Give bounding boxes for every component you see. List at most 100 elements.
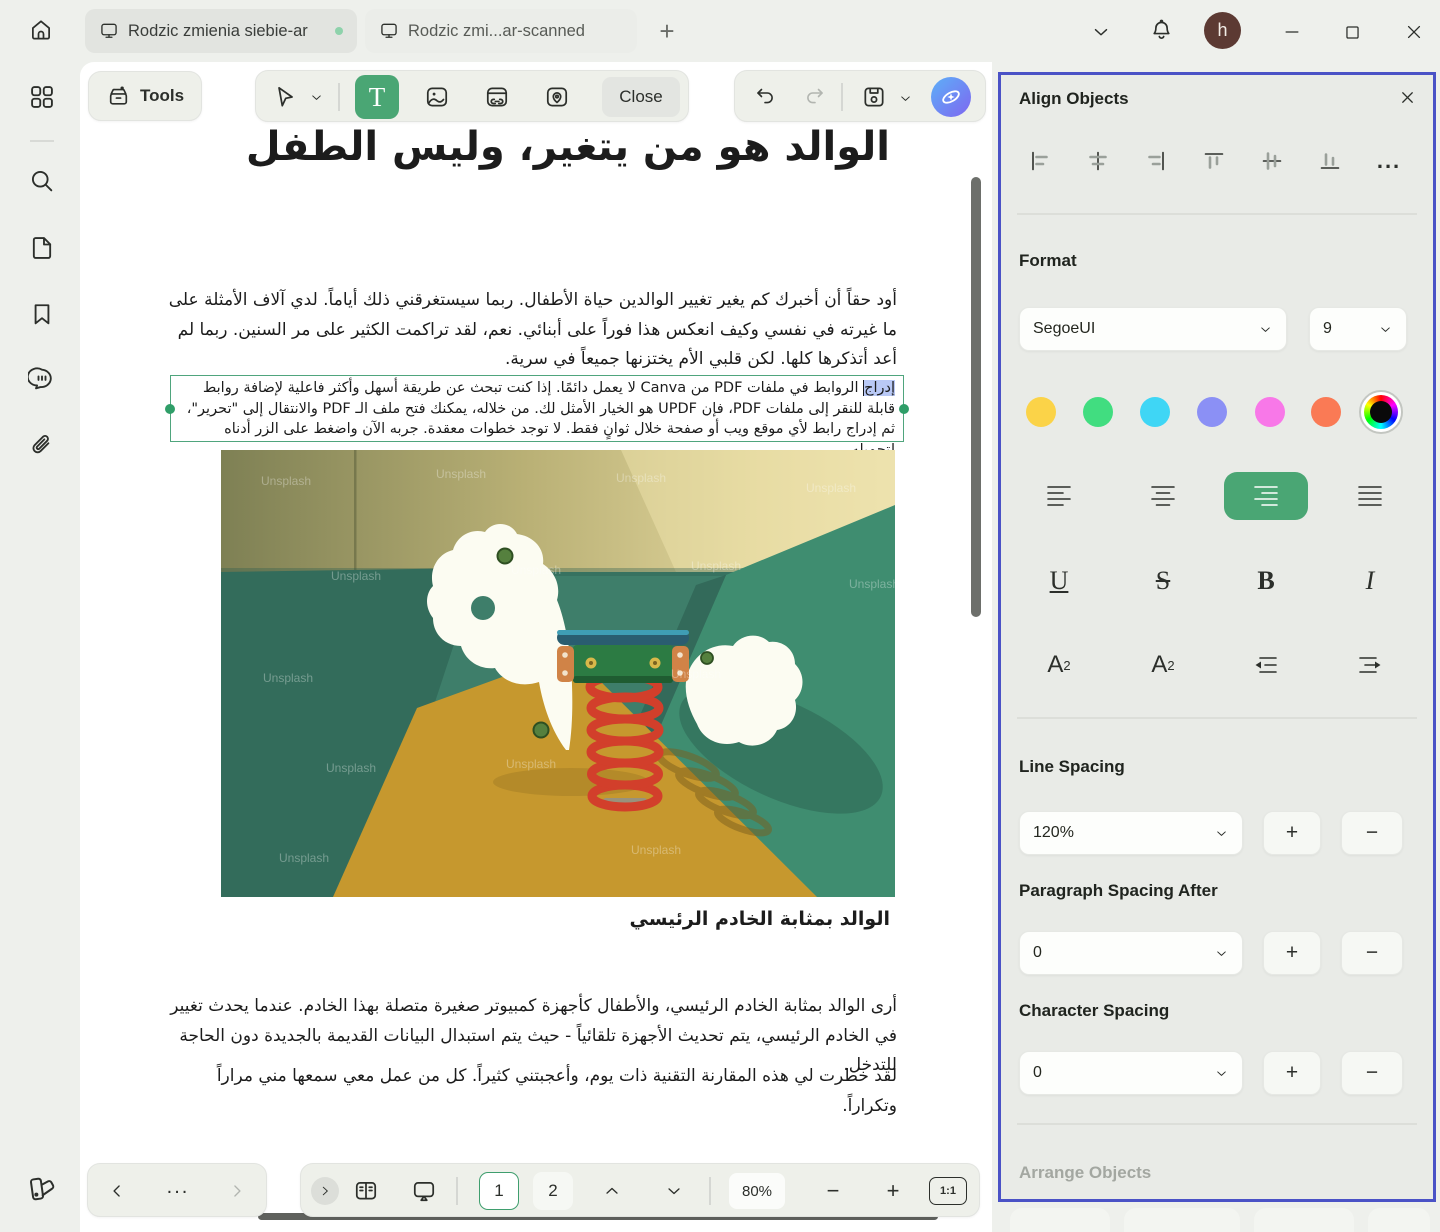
superscript-button[interactable]: A2 — [1017, 641, 1101, 689]
line-spacing-decrease-button[interactable]: − — [1341, 811, 1403, 855]
save-button[interactable] — [859, 83, 889, 111]
italic-button[interactable]: I — [1328, 557, 1412, 605]
paragraph-spacing-increase-button[interactable]: + — [1263, 931, 1321, 975]
close-panel-button[interactable] — [1393, 83, 1421, 111]
more-align-button[interactable]: ... — [1369, 141, 1409, 181]
select-tool-button[interactable] — [270, 83, 300, 111]
save-options-chevron[interactable] — [895, 88, 915, 108]
sidebar-item-swatches[interactable] — [27, 1174, 57, 1204]
underline-button[interactable]: U — [1017, 557, 1101, 605]
undo-button[interactable] — [751, 84, 779, 110]
strikethrough-button[interactable]: S — [1121, 557, 1205, 605]
paragraph-spacing-select[interactable]: 0 — [1019, 931, 1243, 975]
home-button[interactable] — [22, 11, 60, 49]
sidebar-item-pages[interactable] — [27, 233, 57, 263]
text-align-center-button[interactable] — [1121, 472, 1205, 520]
text-align-justify-button[interactable] — [1328, 472, 1412, 520]
redo-button[interactable] — [801, 84, 829, 110]
page-2-button[interactable]: 2 — [533, 1172, 573, 1210]
close-edit-button[interactable]: Close — [602, 77, 680, 117]
maximize-button[interactable] — [1336, 16, 1368, 48]
align-center-h-button[interactable] — [1078, 141, 1118, 181]
page-nav-bar: ... — [87, 1163, 267, 1217]
minimize-button[interactable] — [1276, 16, 1308, 48]
doc-image[interactable]: Unsplash Unsplash Unsplash Unsplash Unsp… — [221, 450, 895, 897]
color-swatch-pink[interactable] — [1255, 397, 1285, 427]
location-tool-button[interactable] — [542, 83, 572, 111]
tools-button[interactable]: Tools — [88, 71, 202, 121]
character-spacing-decrease-button[interactable]: − — [1341, 1051, 1403, 1095]
line-spacing-title: Line Spacing — [1019, 757, 1125, 777]
align-middle-v-button[interactable] — [1252, 141, 1292, 181]
character-spacing-select[interactable]: 0 — [1019, 1051, 1243, 1095]
next-button[interactable] — [224, 1178, 250, 1204]
color-swatch-green[interactable] — [1083, 397, 1113, 427]
notifications-button[interactable] — [1146, 15, 1176, 45]
textbox-handle-left[interactable] — [165, 404, 175, 414]
zoom-level[interactable]: 80% — [729, 1173, 785, 1209]
partial-button[interactable] — [1254, 1208, 1354, 1232]
color-swatch-yellow[interactable] — [1026, 397, 1056, 427]
color-swatch-purple[interactable] — [1197, 397, 1227, 427]
avatar[interactable]: h — [1204, 12, 1241, 49]
color-wheel-icon — [1364, 395, 1398, 429]
zoom-out-button[interactable]: − — [819, 1176, 847, 1206]
text-tool-button[interactable]: T — [355, 75, 399, 119]
location-pin-icon — [544, 84, 570, 110]
partial-button[interactable] — [1010, 1208, 1110, 1232]
line-spacing-increase-button[interactable]: + — [1263, 811, 1321, 855]
partial-button[interactable] — [1124, 1208, 1240, 1232]
sidebar-item-bookmarks[interactable] — [27, 299, 57, 329]
partial-button[interactable] — [1368, 1208, 1430, 1232]
more-pages-button[interactable]: ... — [154, 1172, 202, 1202]
presentation-button[interactable] — [409, 1177, 439, 1205]
outdent-button[interactable] — [1224, 641, 1308, 689]
bold-button[interactable]: B — [1224, 557, 1308, 605]
page-1-button[interactable]: 1 — [479, 1172, 519, 1210]
tab-document-1[interactable]: Rodzic zmienia siebie-ar — [85, 9, 357, 53]
zoom-in-button[interactable]: + — [879, 1176, 907, 1206]
text-align-left-button[interactable] — [1017, 472, 1101, 520]
new-tab-button[interactable]: + — [650, 14, 684, 48]
scroll-up-button[interactable] — [599, 1178, 625, 1204]
panel-divider — [1017, 213, 1417, 215]
link-tool-button[interactable] — [482, 83, 512, 111]
thumbnails-button[interactable] — [351, 1177, 381, 1205]
ai-assistant-button[interactable] — [931, 77, 971, 117]
sidebar-divider — [30, 140, 54, 142]
close-window-button[interactable] — [1398, 16, 1430, 48]
subscript-button[interactable]: A2 — [1121, 641, 1205, 689]
subscript-base: A — [1151, 651, 1167, 679]
vertical-scrollbar[interactable] — [971, 177, 981, 617]
align-top-button[interactable] — [1194, 141, 1234, 181]
font-select[interactable]: SegoeUI — [1019, 307, 1287, 351]
paragraph-spacing-decrease-button[interactable]: − — [1341, 931, 1403, 975]
color-wheel-button[interactable] — [1359, 390, 1403, 434]
tab-document-2[interactable]: Rodzic zmi...ar-scanned — [365, 9, 637, 53]
actual-size-button[interactable]: 1:1 — [929, 1177, 967, 1205]
select-tool-chevron[interactable] — [306, 87, 326, 107]
sidebar-item-apps[interactable] — [27, 82, 57, 112]
text-align-right-button[interactable] — [1224, 472, 1308, 520]
image-tool-button[interactable] — [422, 83, 452, 111]
sidebar-item-comments[interactable] — [27, 364, 57, 394]
align-right-button[interactable] — [1136, 141, 1176, 181]
character-spacing-increase-button[interactable]: + — [1263, 1051, 1321, 1095]
scroll-down-button[interactable] — [661, 1178, 687, 1204]
window-menu-button[interactable] — [1086, 17, 1116, 47]
align-bottom-button[interactable] — [1310, 141, 1350, 181]
indent-button[interactable] — [1328, 641, 1412, 689]
selected-textbox[interactable]: إدراج الروابط في ملفات PDF من Canva لا ي… — [170, 375, 904, 442]
align-left-button[interactable] — [1020, 141, 1060, 181]
color-swatch-coral[interactable] — [1311, 397, 1341, 427]
font-size-select[interactable]: 9 — [1309, 307, 1407, 351]
textbox-handle-right[interactable] — [899, 404, 909, 414]
expand-panel-button[interactable] — [311, 1177, 339, 1205]
doc-paragraph-1: أود حقاً أن أخبرك كم يغير تغيير الوالدين… — [165, 286, 897, 375]
paperclip-icon — [28, 431, 56, 459]
sidebar-item-search[interactable] — [27, 166, 57, 196]
sidebar-item-attachments[interactable] — [27, 430, 57, 460]
color-swatch-cyan[interactable] — [1140, 397, 1170, 427]
prev-button[interactable] — [104, 1178, 130, 1204]
line-spacing-select[interactable]: 120% — [1019, 811, 1243, 855]
